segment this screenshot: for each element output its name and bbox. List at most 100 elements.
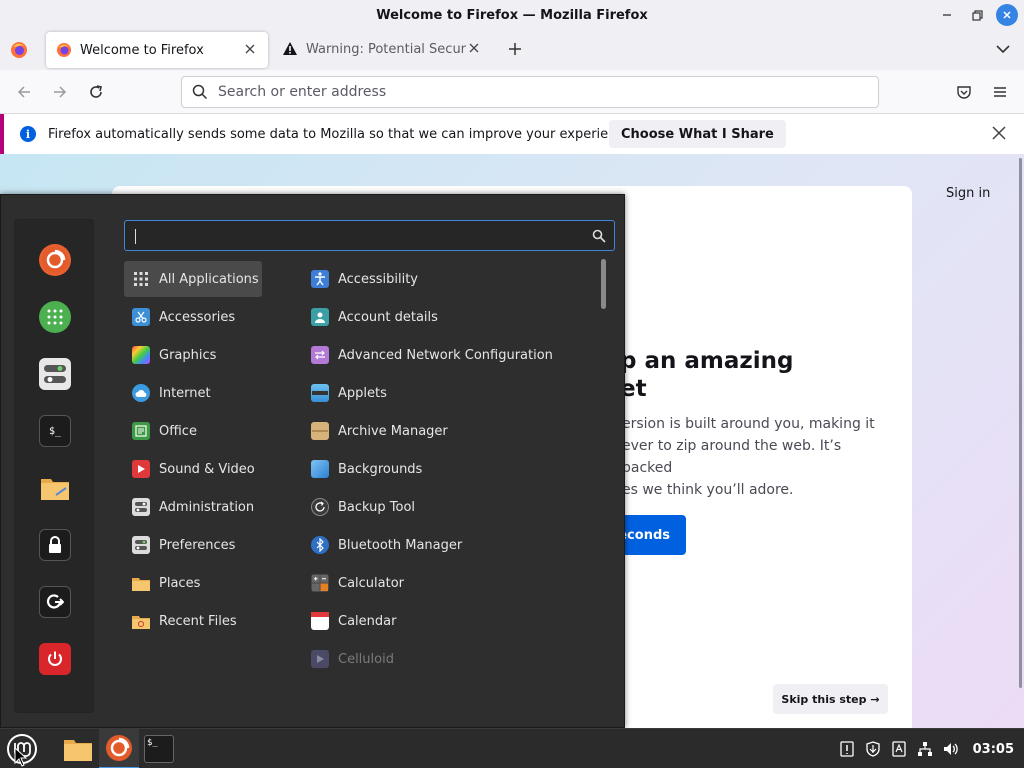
favorite-firefox[interactable] [39,244,71,276]
favorite-logout[interactable] [39,586,71,618]
category-places[interactable]: Places [124,565,262,601]
category-label: Recent Files [159,613,237,629]
network-icon[interactable] [917,741,933,757]
app-bluetooth-manager[interactable]: Bluetooth Manager [303,527,583,563]
chevron-down-icon[interactable] [994,40,1012,58]
app-calendar[interactable]: Calendar [303,603,583,639]
forward-button[interactable] [49,81,71,103]
firefox-view-icon[interactable] [10,41,28,59]
app-menu-button[interactable] [989,81,1011,103]
tab-close-button[interactable] [466,42,482,57]
address-input[interactable] [218,84,818,100]
taskbar-firefox[interactable] [99,729,139,768]
search-icon [592,229,606,243]
system-tray: 03:05 [839,729,1014,768]
favorites-panel: $_ [14,219,94,713]
notifications-icon[interactable] [839,741,855,757]
close-icon[interactable] [990,124,1008,142]
menu-search-box[interactable] [124,220,615,251]
settings-toggles-icon [44,365,66,383]
prefs-icon [132,536,150,554]
taskbar-files[interactable] [58,729,98,768]
category-all-applications[interactable]: All Applications [124,261,262,297]
pocket-button[interactable] [953,81,975,103]
minimize-button[interactable] [936,4,958,26]
sign-in-link[interactable]: Sign in [946,186,990,201]
warning-icon [283,42,297,55]
favorite-software-manager[interactable] [39,301,71,333]
app-accessibility[interactable]: Accessibility [303,261,583,297]
plus-icon [509,43,521,55]
category-preferences[interactable]: Preferences [124,527,262,563]
app-label: Backgrounds [338,461,423,477]
app-advanced-network-configuration[interactable]: Advanced Network Configuration [303,337,583,373]
category-office[interactable]: Office [124,413,262,449]
favorite-system-settings[interactable] [39,358,71,390]
grid-icon [132,270,150,288]
favorite-terminal[interactable]: $_ [39,415,71,447]
app-backgrounds[interactable]: Backgrounds [303,451,583,487]
account-icon [311,308,329,326]
category-recent-files[interactable]: Recent Files [124,603,262,639]
update-shield-icon[interactable] [865,741,881,757]
category-label: Internet [159,385,211,401]
grid-dots-icon [47,309,63,325]
info-icon: i [20,126,36,142]
address-bar[interactable] [181,76,879,108]
headline-line: p an amazing [620,348,794,374]
page-scrollbar[interactable] [1019,158,1022,688]
bluetooth-icon [311,536,329,554]
category-administration[interactable]: Administration [124,489,262,525]
tab-welcome[interactable]: Welcome to Firefox [46,32,268,68]
category-label: Accessories [159,309,236,325]
app-account-details[interactable]: Account details [303,299,583,335]
back-button[interactable] [13,81,35,103]
category-internet[interactable]: Internet [124,375,262,411]
reload-button[interactable] [85,81,107,103]
toggles-icon [132,498,150,516]
tab-label: Warning: Potential Security Risk Ahead [306,41,466,57]
app-archive-manager[interactable]: Archive Manager [303,413,583,449]
choose-what-i-share-button[interactable]: Choose What I Share [609,120,786,148]
tab-security-warning[interactable]: Warning: Potential Security Risk Ahead [272,30,492,68]
headline-line: et [620,376,647,402]
play-icon [132,460,150,478]
menu-scrollbar[interactable] [601,259,606,309]
close-icon [245,44,255,53]
app-calculator[interactable]: Calculator [303,565,583,601]
recent-folder-icon [132,612,150,630]
app-label: Account details [338,309,438,325]
keyboard-layout-icon[interactable] [891,741,907,757]
taskbar-terminal[interactable]: $_ [140,729,178,768]
category-accessories[interactable]: Accessories [124,299,262,335]
new-tab-button[interactable] [504,38,526,60]
pocket-icon [957,86,971,99]
category-sound-video[interactable]: Sound & Video [124,451,262,487]
window-controls [936,4,1018,26]
office-icon [132,422,150,440]
applets-icon [311,384,329,402]
menu-search-input[interactable] [133,226,583,246]
folder-icon [64,740,92,761]
category-graphics[interactable]: Graphics [124,337,262,373]
clock[interactable]: 03:05 [973,742,1014,757]
favorite-shutdown[interactable] [39,643,71,675]
mouse-cursor-icon [14,747,28,767]
close-window-button[interactable] [996,4,1018,26]
maximize-button[interactable] [966,4,988,26]
restore-icon [971,9,983,21]
description-line: ersion is built around you, making it [622,416,875,432]
celluloid-icon [311,650,329,668]
skip-step-button[interactable]: Skip this step → [773,684,888,714]
calendar-icon [311,612,329,630]
minimize-icon [943,14,951,16]
volume-icon[interactable] [943,741,959,757]
app-applets[interactable]: Applets [303,375,583,411]
app-backup-tool[interactable]: Backup Tool [303,489,583,525]
favorite-files[interactable] [39,472,71,504]
description-line: ever to zip around the web. It’s packed [622,438,842,476]
favorite-lock-screen[interactable] [39,529,71,561]
app-celluloid[interactable]: Celluloid [303,641,583,677]
terminal-icon: $_ [48,425,62,437]
tab-close-button[interactable] [242,43,258,58]
